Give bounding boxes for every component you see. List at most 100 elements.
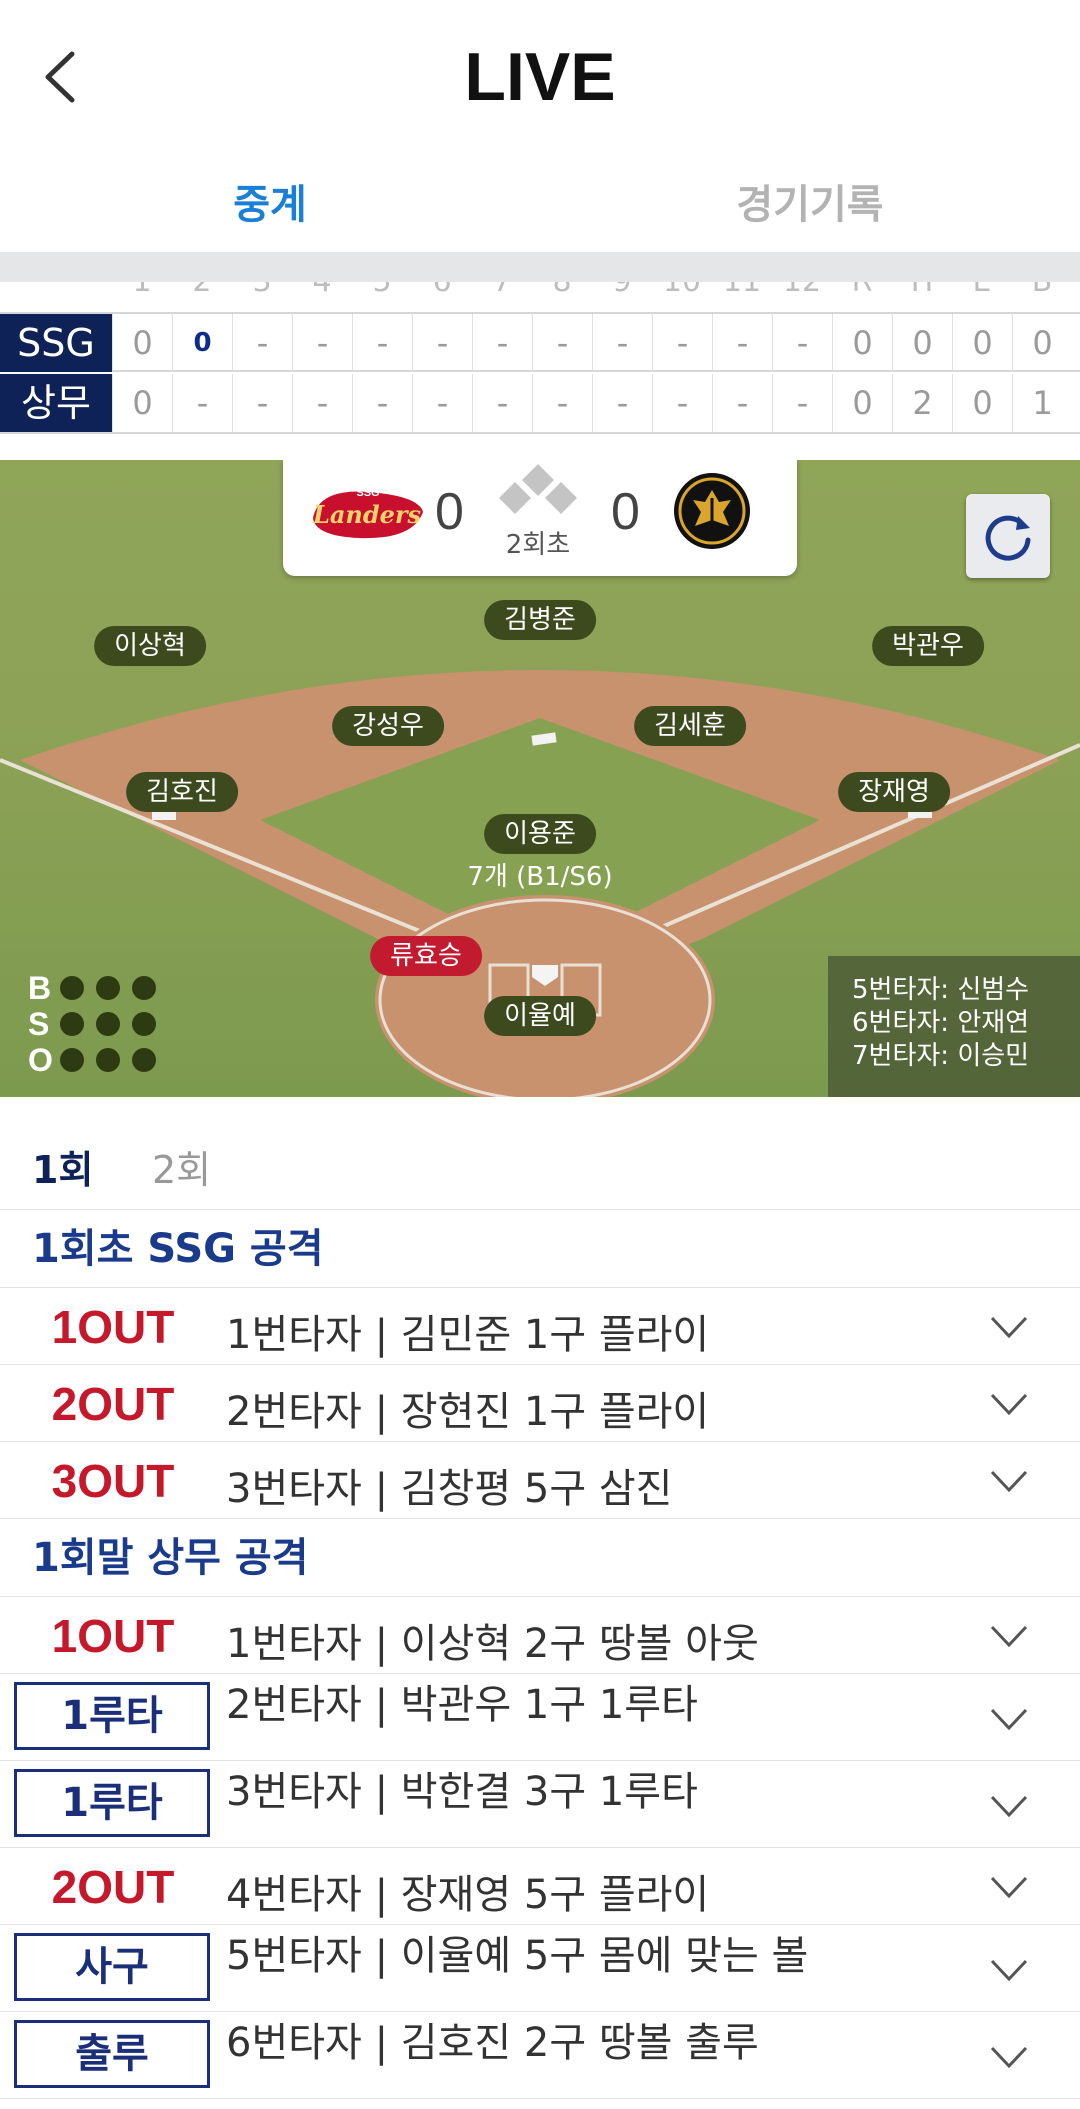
errors-cell: 0 (952, 374, 1012, 432)
current-inning: 2회초 (505, 530, 571, 560)
refresh-icon (985, 515, 1031, 561)
player-runner[interactable]: 류효승 (370, 936, 482, 976)
score-cell: - (292, 374, 352, 432)
hits-cell: 0 (892, 314, 952, 372)
score-cell: - (532, 314, 592, 372)
play-row[interactable]: 사구 5번타자 | 이율예 5구 몸에 맞는 볼 (0, 1925, 1080, 2012)
landers-logo-text: Landers (312, 500, 422, 529)
half-inning-title: 1회말 상무 공격 (0, 1519, 1080, 1597)
play-row[interactable]: 출루 6번타자 | 김호진 2구 땅볼 출루 (0, 2012, 1080, 2099)
hit-badge: 1루타 (14, 1769, 210, 1837)
player-second-baseman[interactable]: 김세훈 (634, 706, 746, 746)
score-cell: - (772, 374, 832, 432)
score-cell: - (172, 374, 232, 432)
inning-col-header: 7 (472, 282, 532, 297)
play-row[interactable]: 2OUT 2번타자 | 장현진 1구 플라이 (0, 1365, 1080, 1442)
play-description: 1번타자 | 김민준 1구 플라이 (226, 1312, 710, 1358)
score-cell: - (232, 314, 292, 372)
inning-tab-1[interactable]: 1회 (32, 1140, 93, 1200)
score-cell: - (412, 374, 472, 432)
score-cell-current: 0 (172, 314, 232, 372)
play-by-play: 1회초 SSG 공격 1OUT 1번타자 | 김민준 1구 플라이 2OUT 2… (0, 1210, 1080, 2099)
balls-row: B (28, 970, 168, 1006)
play-row[interactable]: 3OUT 3번타자 | 김창평 5구 삼진 (0, 1442, 1080, 1519)
play-row[interactable]: 2OUT 4번타자 | 장재영 5구 플라이 (0, 1848, 1080, 1925)
inning-tab-2[interactable]: 2회 (152, 1140, 211, 1200)
out-dot (60, 1048, 84, 1072)
player-center-fielder[interactable]: 김병준 (484, 600, 596, 640)
play-row[interactable]: 1루타 2번타자 | 박관우 1구 1루타 (0, 1674, 1080, 1761)
player-first-baseman[interactable]: 장재영 (838, 772, 950, 812)
bb-cell: 0 (1012, 314, 1072, 372)
pitch-count: 7개 (B1/S6) (467, 862, 613, 892)
chevron-down-icon[interactable] (990, 1470, 1028, 1492)
score-cell: - (412, 314, 472, 372)
chevron-down-icon[interactable] (990, 1959, 1028, 1981)
chevron-down-icon[interactable] (990, 1316, 1028, 1338)
outs-label: O (28, 1041, 53, 1078)
out-dot (132, 1048, 156, 1072)
score-cell: - (592, 314, 652, 372)
next-batter: 5번타자: 신범수 (852, 975, 1030, 1005)
next-batter: 6번타자: 안재연 (852, 1008, 1030, 1038)
inning-col-header: 10 (652, 282, 712, 297)
bb-cell: 1 (1012, 374, 1072, 432)
bso-indicator: B S O (28, 970, 168, 1078)
play-description: 6번타자 | 김호진 2구 땅볼 출루 (226, 2020, 759, 2066)
chevron-down-icon[interactable] (990, 1795, 1028, 1817)
tab-game-record[interactable]: 경기기록 (540, 160, 1080, 250)
out-badge: 2OUT (51, 1378, 175, 1430)
errors-col-header: E (952, 282, 1012, 297)
hit-badge: 1루타 (14, 1682, 210, 1750)
team-name: SSG (0, 314, 112, 372)
app-header: LIVE (0, 0, 1080, 150)
player-right-fielder[interactable]: 박관우 (872, 626, 984, 666)
score-cell: - (652, 314, 712, 372)
inning-col-header: 1 (112, 282, 172, 297)
player-left-fielder[interactable]: 이상혁 (94, 626, 206, 666)
chevron-down-icon[interactable] (990, 1876, 1028, 1898)
play-description: 3번타자 | 김창평 5구 삼진 (226, 1466, 673, 1512)
score-cell: - (592, 374, 652, 432)
chevron-down-icon[interactable] (990, 1393, 1028, 1415)
score-cell: 0 (112, 374, 172, 432)
runs-cell: 0 (832, 314, 892, 372)
home-score: 0 (611, 483, 640, 541)
bb-col-header: B (1012, 282, 1072, 297)
score-cell: 0 (112, 314, 172, 372)
chevron-down-icon[interactable] (990, 1625, 1028, 1647)
strike-dot (60, 1012, 84, 1036)
player-shortstop[interactable]: 강성우 (332, 706, 444, 746)
inning-col-header: 4 (292, 282, 352, 297)
errors-cell: 0 (952, 314, 1012, 372)
player-third-baseman[interactable]: 김호진 (126, 772, 238, 812)
inning-col-header: 12 (772, 282, 832, 297)
player-catcher[interactable]: 이율예 (484, 996, 596, 1036)
play-description: 1번타자 | 이상혁 2구 땅볼 아웃 (226, 1621, 759, 1667)
ssg-logo-sub: SSG (356, 487, 379, 499)
play-description: 3번타자 | 박한결 3구 1루타 (226, 1769, 698, 1815)
chevron-down-icon[interactable] (990, 2046, 1028, 2068)
play-row[interactable]: 1루타 3번타자 | 박한결 3구 1루타 (0, 1761, 1080, 1848)
strike-dot (96, 1012, 120, 1036)
half-inning-title: 1회초 SSG 공격 (0, 1210, 1080, 1288)
refresh-button[interactable] (966, 494, 1050, 578)
runs-cell: 0 (832, 374, 892, 432)
hits-col-header: H (892, 282, 952, 297)
away-score: 0 (435, 483, 464, 541)
tab-bar: 중계 경기기록 (0, 160, 1080, 250)
out-badge: 2OUT (51, 1861, 175, 1913)
play-row[interactable]: 1OUT 1번타자 | 이상혁 2구 땅볼 아웃 (0, 1597, 1080, 1674)
out-badge: 1OUT (51, 1301, 175, 1353)
out-dot (96, 1048, 120, 1072)
strikes-row: S (28, 1006, 168, 1042)
inning-tabs: 1회 2회 (0, 1140, 1080, 1210)
score-cell: - (472, 314, 532, 372)
play-row[interactable]: 1OUT 1번타자 | 김민준 1구 플라이 (0, 1288, 1080, 1365)
out-badge: 3OUT (51, 1455, 175, 1507)
chevron-down-icon[interactable] (990, 1708, 1028, 1730)
tab-broadcast[interactable]: 중계 (0, 160, 540, 250)
player-pitcher[interactable]: 이용준 (484, 814, 596, 854)
inning-col-header: 3 (232, 282, 292, 297)
score-cell: - (352, 374, 412, 432)
